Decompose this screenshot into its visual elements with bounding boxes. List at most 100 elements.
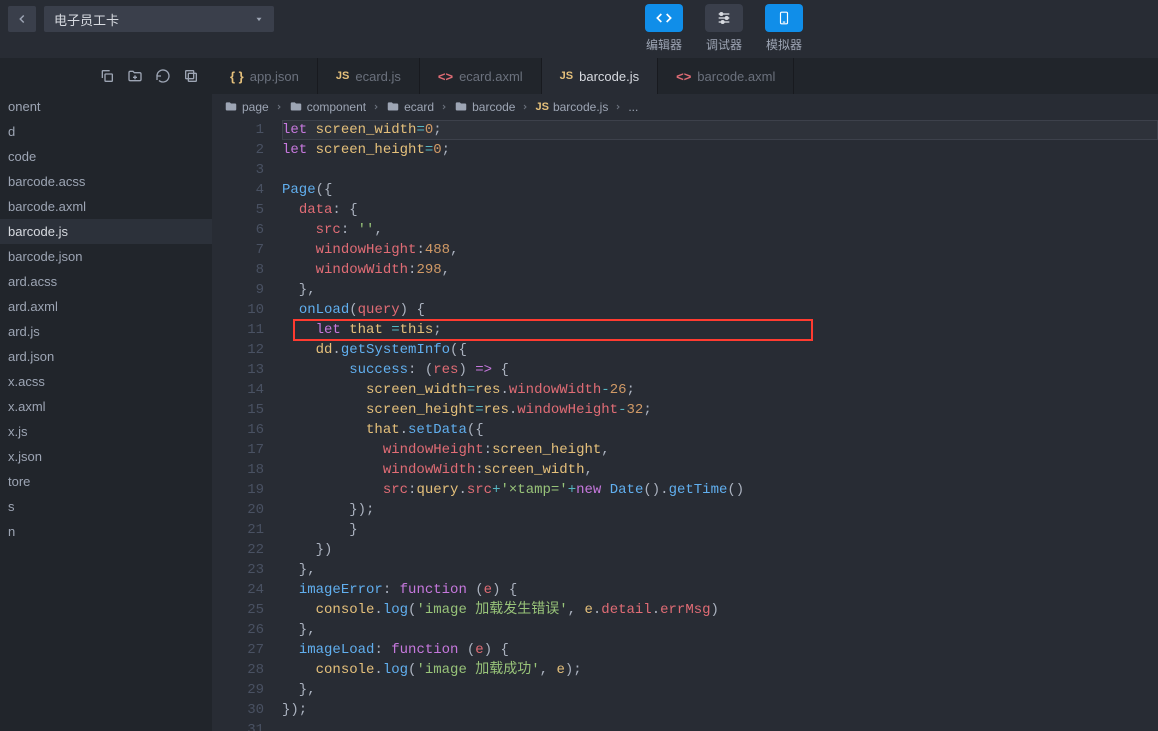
tab-label: app.json — [250, 69, 299, 84]
file-item[interactable]: code — [0, 144, 212, 169]
code-line[interactable]: screen_width=res.windowWidth-26; — [282, 380, 1158, 400]
code-line[interactable]: console.log('image 加载发生错误', e.detail.err… — [282, 600, 1158, 620]
file-item[interactable]: ard.acss — [0, 269, 212, 294]
file-item[interactable]: tore — [0, 469, 212, 494]
file-item[interactable]: barcode.json — [0, 244, 212, 269]
file-item[interactable]: ard.axml — [0, 294, 212, 319]
breadcrumb-label: component — [307, 100, 366, 114]
tab-ecard-axml[interactable]: <>ecard.axml — [420, 58, 542, 94]
breadcrumb-item[interactable]: ... — [628, 100, 638, 114]
tab-label: barcode.js — [579, 69, 639, 84]
mode-label: 模拟器 — [766, 36, 802, 53]
file-item[interactable]: barcode.js — [0, 219, 212, 244]
tab-barcode-js[interactable]: JS barcode.js — [542, 58, 658, 94]
toolbar-left: 电子员工卡 — [0, 0, 274, 32]
code-line[interactable]: console.log('image 加载成功', e); — [282, 660, 1158, 680]
code-line[interactable]: that.setData({ — [282, 420, 1158, 440]
mode-button-sliders[interactable]: 调试器 — [700, 4, 748, 53]
mode-button-code[interactable]: 编辑器 — [640, 4, 688, 53]
code-line[interactable]: let that =this; — [282, 320, 1158, 340]
code-line[interactable]: }) — [282, 540, 1158, 560]
code-line[interactable]: windowHeight:488, — [282, 240, 1158, 260]
code-line[interactable]: }, — [282, 620, 1158, 640]
js-file-icon: JS — [336, 70, 349, 82]
code-line[interactable]: Page({ — [282, 180, 1158, 200]
new-folder-icon[interactable] — [126, 67, 144, 85]
file-item[interactable]: n — [0, 519, 212, 544]
chevron-right-icon — [612, 103, 624, 111]
mode-buttons: 编辑器 调试器 模拟器 — [640, 4, 808, 53]
code-line[interactable]: screen_height=res.windowHeight-32; — [282, 400, 1158, 420]
editor-pane: page component ecard barcode JSbarcode.js...… — [212, 94, 1158, 731]
js-file-icon: JS — [560, 70, 573, 82]
code-line[interactable]: success: (res) => { — [282, 360, 1158, 380]
tab-app-json[interactable]: { } app.json — [212, 58, 318, 94]
top-toolbar: 电子员工卡 编辑器 调试器 模拟器 — [0, 0, 1158, 58]
code-line[interactable]: dd.getSystemInfo({ — [282, 340, 1158, 360]
mode-label: 调试器 — [706, 36, 742, 53]
code-line[interactable]: }); — [282, 700, 1158, 720]
code-line[interactable]: }, — [282, 560, 1158, 580]
code-line[interactable]: data: { — [282, 200, 1158, 220]
project-dropdown[interactable]: 电子员工卡 — [44, 6, 274, 32]
file-item[interactable]: x.json — [0, 444, 212, 469]
file-item[interactable]: barcode.acss — [0, 169, 212, 194]
breadcrumb-label: page — [242, 100, 269, 114]
file-tree: onentdcodebarcode.acssbarcode.axmlbarcod… — [0, 94, 212, 544]
code-line[interactable]: }, — [282, 680, 1158, 700]
mode-label: 编辑器 — [646, 36, 682, 53]
axml-file-icon: <> — [438, 69, 453, 84]
mode-button-phone[interactable]: 模拟器 — [760, 4, 808, 53]
chevron-right-icon — [370, 103, 382, 111]
code-line[interactable]: windowHeight:screen_height, — [282, 440, 1158, 460]
tab-tools — [0, 58, 212, 94]
phone-icon — [765, 4, 803, 32]
file-item[interactable]: s — [0, 494, 212, 519]
breadcrumb-item[interactable]: barcode — [454, 100, 515, 114]
json-file-icon: { } — [230, 69, 244, 84]
code-line[interactable]: src:query.src+'×tamp='+new Date().getTim… — [282, 480, 1158, 500]
chevron-right-icon — [273, 103, 285, 111]
code-line[interactable]: let screen_width=0; — [282, 120, 1158, 140]
file-item[interactable]: x.js — [0, 419, 212, 444]
gutter: 1234567891011121314151617181920212223242… — [212, 120, 282, 731]
main-area: onentdcodebarcode.acssbarcode.axmlbarcod… — [0, 94, 1158, 731]
refresh-icon[interactable] — [154, 67, 172, 85]
project-name: 电子员工卡 — [54, 10, 119, 29]
code-line[interactable]: }, — [282, 280, 1158, 300]
breadcrumb-label: ecard — [404, 100, 434, 114]
code-line[interactable] — [282, 160, 1158, 180]
breadcrumb-item[interactable]: JSbarcode.js — [535, 100, 608, 114]
code-line[interactable]: imageError: function (e) { — [282, 580, 1158, 600]
breadcrumb-item[interactable]: ecard — [386, 100, 434, 114]
chevron-right-icon — [519, 103, 531, 111]
tab-label: ecard.js — [355, 69, 401, 84]
file-item[interactable]: barcode.axml — [0, 194, 212, 219]
back-button[interactable] — [8, 6, 36, 32]
code-line[interactable]: }); — [282, 500, 1158, 520]
file-item[interactable]: ard.json — [0, 344, 212, 369]
code-line[interactable] — [282, 720, 1158, 731]
file-item[interactable]: ard.js — [0, 319, 212, 344]
file-item[interactable]: x.axml — [0, 394, 212, 419]
copy-icon[interactable] — [98, 67, 116, 85]
breadcrumb-label: barcode — [472, 100, 515, 114]
breadcrumb-item[interactable]: page — [224, 100, 269, 114]
save-all-icon[interactable] — [182, 67, 200, 85]
code-line[interactable]: let screen_height=0; — [282, 140, 1158, 160]
code-content[interactable]: let screen_width=0;let screen_height=0; P… — [282, 120, 1158, 731]
tab-ecard-js[interactable]: JS ecard.js — [318, 58, 420, 94]
file-item[interactable]: onent — [0, 94, 212, 119]
code-area[interactable]: 1234567891011121314151617181920212223242… — [212, 120, 1158, 731]
file-item[interactable]: x.acss — [0, 369, 212, 394]
sliders-icon — [705, 4, 743, 32]
code-line[interactable]: windowWidth:298, — [282, 260, 1158, 280]
breadcrumb-item[interactable]: component — [289, 100, 366, 114]
code-line[interactable]: } — [282, 520, 1158, 540]
code-line[interactable]: onLoad(query) { — [282, 300, 1158, 320]
code-line[interactable]: windowWidth:screen_width, — [282, 460, 1158, 480]
code-line[interactable]: src: '', — [282, 220, 1158, 240]
tab-barcode-axml[interactable]: <>barcode.axml — [658, 58, 794, 94]
file-item[interactable]: d — [0, 119, 212, 144]
code-line[interactable]: imageLoad: function (e) { — [282, 640, 1158, 660]
